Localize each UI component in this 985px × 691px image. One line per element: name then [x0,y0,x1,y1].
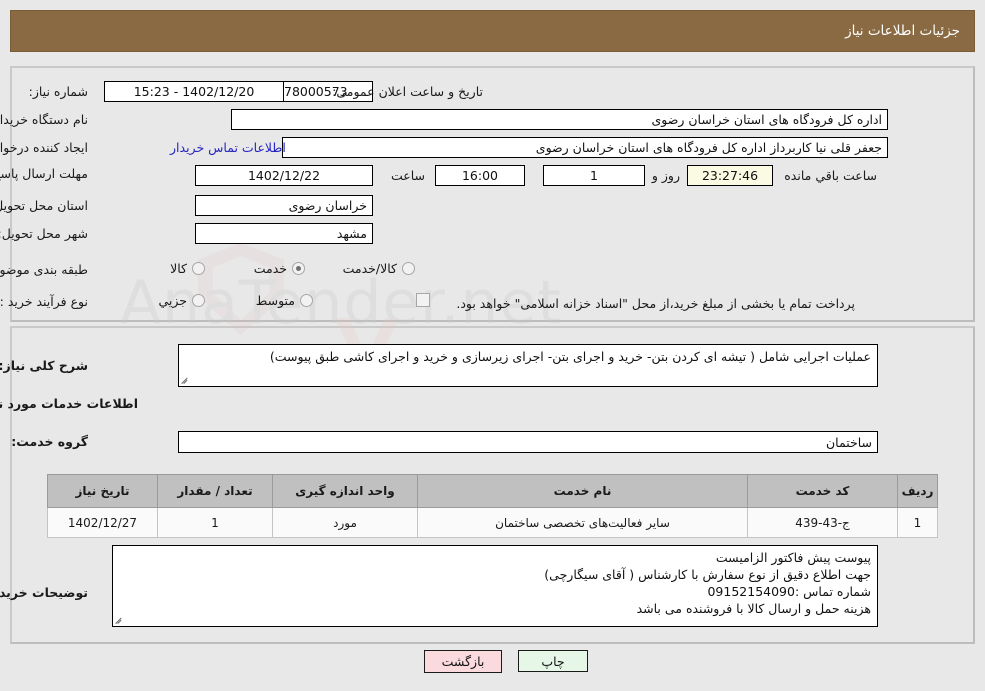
radio-category-goods[interactable]: کالا [170,261,205,276]
col-code: کد خدمت [747,474,898,508]
cell-name: سایر فعالیت‌های تخصصی ساختمان [417,507,748,538]
buyer-note-line: پیوست پیش فاکتور الزامیست [715,550,871,565]
summary-textarea[interactable]: عملیات اجرایی شامل ( تیشه ای کردن بتن- خ… [178,344,878,387]
radio-category-service-dot[interactable] [292,262,305,275]
cell-code: ج-43-439 [747,507,898,538]
announce-datetime-label: تاریخ و ساعت اعلان عمومی: [332,84,483,99]
city-value: مشهد [195,223,373,244]
creator-label: ایجاد کننده درخواست: [0,140,88,155]
buyer-note-line: هزینه حمل و ارسال کالا با فروشنده می باش… [636,601,871,616]
category-label: طبقه بندی موضوعی: [0,262,88,277]
remaining-days-value: 1 [543,165,645,186]
announce-datetime-value: 1402/12/20 - 15:23 [104,81,284,102]
table-header-row: ردیف کد خدمت نام خدمت واحد اندازه گیری ت… [47,474,938,508]
deadline-time-value: 16:00 [435,165,525,186]
radio-category-goods-label: کالا [170,261,187,276]
radio-category-service-label: خدمت [253,261,287,276]
col-unit: واحد اندازه گیری [272,474,418,508]
buyer-notes-textarea[interactable]: پیوست پیش فاکتور الزامیست جهت اطلاع دقیق… [112,545,878,627]
service-group-label: گروه خدمت: [11,434,88,449]
window-title-bar: جزئیات اطلاعات نیاز [10,10,975,52]
col-date: تاریخ نیاز [47,474,158,508]
radio-process-medium-dot[interactable] [300,294,313,307]
col-name: نام خدمت [417,474,748,508]
treasury-checkbox[interactable] [416,293,430,307]
page-title: جزئیات اطلاعات نیاز [845,23,960,39]
print-button[interactable]: چاپ [518,650,588,672]
buyer-contact-link[interactable]: اطلاعات تماس خریدار [170,140,286,155]
cell-date: 1402/12/27 [47,507,158,538]
process-label: نوع فرآیند خرید : [0,294,88,309]
need-number-label: شماره نیاز: [28,84,88,99]
remaining-clock-label: ساعت باقي مانده [784,168,877,183]
col-qty: تعداد / مقدار [157,474,273,508]
buyer-org-value: اداره کل فرودگاه های استان خراسان رضوی [231,109,888,130]
cell-row: 1 [897,507,938,538]
buyer-notes-label: توضیحات خریدار: [0,585,88,600]
table-row: 1 ج-43-439 سایر فعالیت‌های تخصصی ساختمان… [47,507,938,538]
radio-process-minor-dot[interactable] [192,294,205,307]
city-label: شهر محل تحویل: [0,226,88,241]
buyer-note-line: جهت اطلاع دقیق از نوع سفارش با کارشناس (… [544,567,871,582]
radio-category-goods-dot[interactable] [192,262,205,275]
cell-qty: 1 [157,507,273,538]
deadline-date-value: 1402/12/22 [195,165,373,186]
province-value: خراسان رضوی [195,195,373,216]
radio-process-minor[interactable]: جزیي [158,293,205,308]
resize-grip-icon[interactable] [181,376,190,385]
radio-category-goods-service[interactable]: کالا/خدمت [343,261,415,276]
remaining-clock-value: 23:27:46 [687,165,773,186]
radio-category-goods-service-dot[interactable] [402,262,415,275]
treasury-checkbox-label: پرداخت تمام یا بخشی از مبلغ خرید،از محل … [456,296,855,311]
creator-value: جعفر قلی نیا کاربرداز اداره کل فرودگاه ه… [282,137,888,158]
deadline-label-text: مهلت ارسال پاسخ: تا تاریخ: [0,166,88,181]
deadline-time-label: ساعت [390,168,425,183]
services-heading: اطلاعات خدمات مورد نیاز [0,396,138,411]
need-info-panel [10,66,975,322]
remaining-days-label: روز و [651,168,680,183]
summary-text: عملیات اجرایی شامل ( تیشه ای کردن بتن- خ… [269,349,871,364]
resize-grip-icon[interactable] [115,616,124,625]
back-button[interactable]: بازگشت [424,650,502,673]
radio-process-minor-label: جزیي [158,293,187,308]
radio-category-service[interactable]: خدمت [254,261,305,276]
services-table: ردیف کد خدمت نام خدمت واحد اندازه گیری ت… [47,474,938,538]
radio-process-medium-label: متوسط [255,293,295,308]
col-row: ردیف [897,474,938,508]
province-label: استان محل تحویل: [0,198,88,213]
radio-process-medium[interactable]: متوسط [256,293,313,308]
buyer-org-label: نام دستگاه خریدار: [0,112,88,127]
deadline-label: مهلت ارسال پاسخ: تا تاریخ: [0,166,88,182]
radio-category-goods-service-label: کالا/خدمت [342,261,397,276]
buyer-note-line: شماره تماس :09152154090 [707,584,871,599]
page-root: AnaTender.net جزئیات اطلاعات نیاز شماره … [0,0,985,691]
cell-unit: مورد [272,507,418,538]
service-group-value: ساختمان [178,431,878,453]
summary-label: شرح کلی نیاز: [0,358,88,373]
